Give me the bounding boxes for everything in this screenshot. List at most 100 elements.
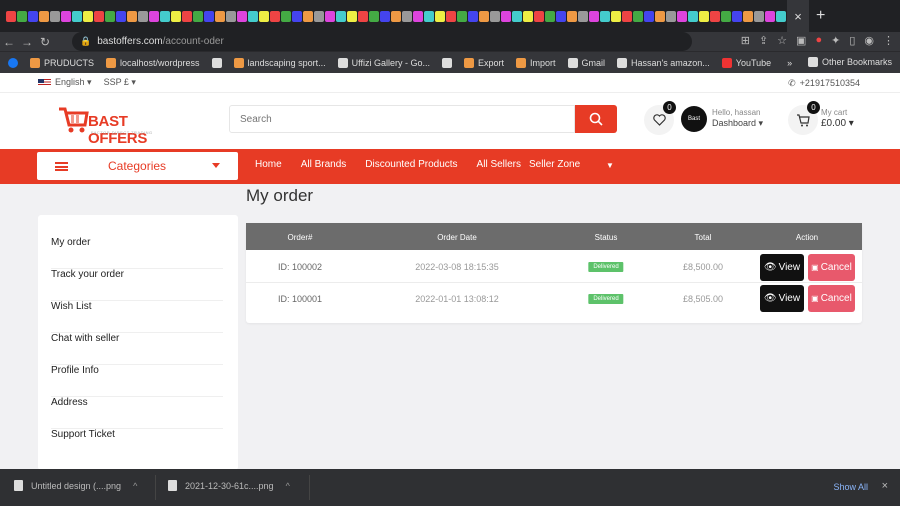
sidebar-item-support-ticket[interactable]: Support Ticket: [51, 429, 223, 461]
tab-favicon-icon[interactable]: [50, 10, 60, 22]
chevron-up-icon[interactable]: ^: [133, 481, 137, 491]
tab-favicon-icon[interactable]: [424, 10, 434, 22]
new-tab-button[interactable]: +: [816, 7, 825, 25]
bookmark-item[interactable]: [441, 57, 452, 68]
tab-favicon-icon[interactable]: [391, 10, 401, 22]
nav-link-seller-zone[interactable]: Seller Zone: [529, 159, 580, 170]
search-button[interactable]: [575, 105, 617, 133]
tab-favicon-icon[interactable]: [83, 10, 93, 22]
nav-link-discounted-products[interactable]: Discounted Products: [365, 159, 457, 170]
active-tab-close-icon[interactable]: ×: [787, 0, 809, 32]
tab-favicon-icon[interactable]: [556, 10, 566, 22]
tab-favicon-icon[interactable]: [446, 10, 456, 22]
bookmark-item[interactable]: YouTube: [721, 57, 771, 68]
tab-favicon-icon[interactable]: [314, 10, 324, 22]
tab-favicon-icon[interactable]: [743, 10, 753, 22]
currency-selector[interactable]: SSP £ ▾: [104, 77, 136, 88]
tab-favicon-icon[interactable]: [468, 10, 478, 22]
tab-favicon-icon[interactable]: [281, 10, 291, 22]
tab-favicon-icon[interactable]: [325, 10, 335, 22]
tab-favicon-icon[interactable]: [721, 10, 731, 22]
tab-favicon-icon[interactable]: [204, 10, 214, 22]
bookmark-item[interactable]: Uffizi Gallery - Go...: [337, 57, 430, 68]
download-item[interactable]: 2021-12-30-61c....png ^: [168, 480, 290, 491]
nav-link-all-sellers[interactable]: All Sellers: [477, 159, 521, 170]
bookmark-item[interactable]: Hassan's amazon...: [617, 57, 710, 68]
tab-favicon-icon[interactable]: [369, 10, 379, 22]
tab-favicon-icon[interactable]: [94, 10, 104, 22]
tab-favicon-icon[interactable]: [193, 10, 203, 22]
tab-favicon-icon[interactable]: [578, 10, 588, 22]
tab-favicon-icon[interactable]: [413, 10, 423, 22]
tab-favicon-icon[interactable]: [534, 10, 544, 22]
nav-link-all-brands[interactable]: All Brands: [301, 159, 347, 170]
tab-favicon-icon[interactable]: [28, 10, 38, 22]
sidepanel-icon[interactable]: ▯: [849, 34, 855, 47]
tab-favicon-icon[interactable]: [765, 10, 775, 22]
tab-favicon-icon[interactable]: [732, 10, 742, 22]
bookmark-item[interactable]: localhost/wordpress: [106, 57, 200, 68]
tab-favicon-icon[interactable]: [457, 10, 467, 22]
sidebar-item-chat-seller[interactable]: Chat with seller: [51, 333, 223, 365]
site-logo[interactable]: BAST OFFERS FACTOR DIRECT TRADING: [55, 101, 185, 147]
tab-favicon-icon[interactable]: [182, 10, 192, 22]
back-icon[interactable]: ←: [0, 35, 18, 49]
nav-link-home[interactable]: Home: [255, 159, 282, 170]
tab-favicon-icon[interactable]: [259, 10, 269, 22]
tab-favicon-icon[interactable]: [545, 10, 555, 22]
tab-favicon-icon[interactable]: [644, 10, 654, 22]
sidebar-item-address[interactable]: Address: [51, 397, 223, 429]
chevron-up-icon[interactable]: ^: [286, 481, 290, 491]
categories-dropdown[interactable]: Categories: [37, 152, 238, 180]
avatar[interactable]: Bast: [681, 106, 707, 132]
close-icon[interactable]: ×: [882, 480, 888, 492]
tab-favicon-icon[interactable]: [435, 10, 445, 22]
tab-favicon-icon[interactable]: [600, 10, 610, 22]
tab-favicon-icon[interactable]: [116, 10, 126, 22]
bookmark-item[interactable]: landscaping sport...: [233, 57, 326, 68]
tab-favicon-icon[interactable]: [138, 10, 148, 22]
bookmark-item[interactable]: PRUDUCTS: [30, 57, 94, 68]
tab-favicon-icon[interactable]: [523, 10, 533, 22]
bookmark-item[interactable]: Export: [463, 57, 504, 68]
tab-favicon-icon[interactable]: [347, 10, 357, 22]
tab-favicon-icon[interactable]: [754, 10, 764, 22]
menu-icon[interactable]: ⋮: [883, 34, 894, 47]
tab-favicon-icon[interactable]: [61, 10, 71, 22]
view-order-button[interactable]: 👁 View: [760, 285, 804, 312]
puzzle-icon[interactable]: ✦: [831, 34, 840, 47]
tab-favicon-icon[interactable]: [479, 10, 489, 22]
sidebar-item-profile-info[interactable]: Profile Info: [51, 365, 223, 397]
cancel-order-button[interactable]: ▣ Cancel: [808, 285, 855, 312]
bookmark-star-icon[interactable]: ☆: [777, 34, 787, 47]
tab-favicon-icon[interactable]: [622, 10, 632, 22]
show-all-button[interactable]: Show All: [833, 482, 868, 492]
tab-favicon-icon[interactable]: [611, 10, 621, 22]
tab-favicon-icon[interactable]: [215, 10, 225, 22]
tab-favicon-icon[interactable]: [6, 10, 16, 22]
bookmark-item[interactable]: [211, 57, 222, 68]
view-order-button[interactable]: 👁 View: [760, 254, 804, 281]
sidebar-item-track-order[interactable]: Track your order: [51, 269, 223, 301]
tab-favicon-icon[interactable]: [776, 10, 786, 22]
tab-favicon-icon[interactable]: [688, 10, 698, 22]
sidebar-item-my-order[interactable]: My order: [51, 237, 223, 269]
bookmark-item[interactable]: Import: [515, 57, 556, 68]
tab-favicon-icon[interactable]: [17, 10, 27, 22]
extension-icon[interactable]: ▣: [796, 34, 806, 47]
tab-favicon-icon[interactable]: [171, 10, 181, 22]
download-item[interactable]: Untitled design (....png ^: [14, 480, 137, 491]
tab-favicon-icon[interactable]: [336, 10, 346, 22]
tab-favicon-icon[interactable]: [666, 10, 676, 22]
tab-favicon-icon[interactable]: [39, 10, 49, 22]
bookmarks-more-button[interactable]: »: [787, 58, 792, 68]
tab-favicon-icon[interactable]: [402, 10, 412, 22]
tab-favicon-icon[interactable]: [655, 10, 665, 22]
tab-favicon-icon[interactable]: [237, 10, 247, 22]
reload-icon[interactable]: ↻: [36, 35, 54, 49]
tab-favicon-icon[interactable]: [160, 10, 170, 22]
share-icon[interactable]: ⇪: [759, 34, 768, 47]
tab-favicon-icon[interactable]: [490, 10, 500, 22]
tab-favicon-icon[interactable]: [710, 10, 720, 22]
tab-favicon-icon[interactable]: [512, 10, 522, 22]
